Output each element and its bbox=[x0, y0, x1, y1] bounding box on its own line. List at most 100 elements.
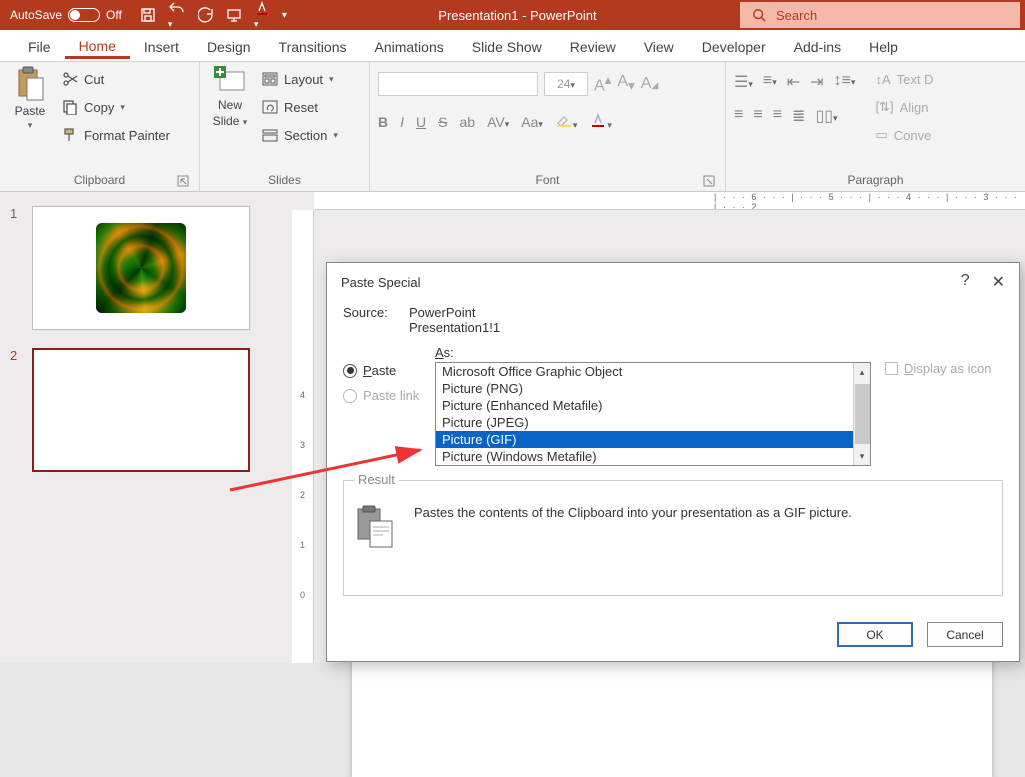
list-item[interactable]: Microsoft Office Graphic Object bbox=[436, 363, 870, 380]
toggle-knob bbox=[70, 10, 80, 20]
autosave-toggle[interactable]: AutoSave Off bbox=[0, 8, 132, 22]
tab-file[interactable]: File bbox=[14, 33, 65, 59]
dialog-launcher-icon[interactable] bbox=[177, 175, 189, 187]
scroll-thumb[interactable] bbox=[855, 384, 870, 444]
dialog-launcher-icon[interactable] bbox=[703, 175, 715, 187]
list-item[interactable]: Picture (Enhanced Metafile) bbox=[436, 397, 870, 414]
section-icon bbox=[262, 128, 278, 142]
redo-icon[interactable] bbox=[198, 7, 214, 23]
toggle-track[interactable] bbox=[68, 8, 100, 22]
tab-insert[interactable]: Insert bbox=[130, 33, 193, 59]
cut-button[interactable]: Cut bbox=[58, 66, 174, 92]
font-name-combo[interactable] bbox=[378, 72, 538, 96]
section-button[interactable]: Section ▾ bbox=[258, 122, 342, 148]
align-text-button[interactable]: [⇅]Align bbox=[871, 94, 937, 120]
strikethrough-button[interactable]: S bbox=[438, 114, 447, 130]
list-item[interactable]: Picture (PNG) bbox=[436, 380, 870, 397]
paste-link-radio-label: Paste link bbox=[363, 388, 419, 403]
font-color-button[interactable]: ▾ bbox=[589, 112, 612, 131]
list-item[interactable]: Picture (JPEG) bbox=[436, 414, 870, 431]
chevron-down-icon: ▾ bbox=[243, 117, 248, 127]
decrease-font-icon[interactable]: A▾ bbox=[617, 73, 634, 94]
vertical-ruler: 43210 bbox=[292, 210, 314, 663]
cancel-button[interactable]: Cancel bbox=[927, 622, 1003, 647]
qat-customize-icon[interactable]: ▾ bbox=[282, 10, 287, 21]
indent-decrease-button[interactable]: ⇤ bbox=[787, 72, 800, 92]
font-color-qat-icon[interactable]: ▾ bbox=[254, 0, 270, 30]
search-box[interactable]: Search bbox=[740, 2, 1020, 28]
cut-label: Cut bbox=[84, 72, 104, 87]
align-left-button[interactable]: ≡ bbox=[734, 106, 743, 126]
format-painter-button[interactable]: Format Painter bbox=[58, 122, 174, 148]
list-item[interactable]: Picture (Windows Metafile) bbox=[436, 448, 870, 465]
tab-help[interactable]: Help bbox=[855, 33, 912, 59]
text-direction-button[interactable]: ↕AText D bbox=[871, 66, 937, 92]
underline-button[interactable]: U bbox=[416, 114, 426, 130]
justify-button[interactable]: ≣ bbox=[792, 106, 805, 126]
present-from-beginning-icon[interactable] bbox=[226, 7, 242, 23]
result-description: Pastes the contents of the Clipboard int… bbox=[414, 505, 992, 520]
clear-formatting-icon[interactable]: A◢ bbox=[641, 75, 659, 93]
indent-increase-button[interactable]: ⇥ bbox=[810, 72, 823, 92]
source-application: PowerPoint bbox=[409, 305, 500, 320]
character-spacing-button[interactable]: AV▾ bbox=[487, 114, 509, 130]
paste-button[interactable]: Paste ▾ bbox=[8, 66, 52, 131]
paste-radio-label: aste bbox=[372, 363, 397, 378]
bold-button[interactable]: B bbox=[378, 114, 388, 130]
numbering-button[interactable]: ≡▾ bbox=[763, 72, 777, 92]
tab-review[interactable]: Review bbox=[556, 33, 630, 59]
tab-animations[interactable]: Animations bbox=[360, 33, 457, 59]
tab-developer[interactable]: Developer bbox=[688, 33, 780, 59]
close-button[interactable]: ✕ bbox=[992, 272, 1005, 292]
line-spacing-button[interactable]: ↕≡▾ bbox=[834, 72, 856, 92]
display-as-icon-checkbox: Display as icon bbox=[885, 361, 1003, 376]
convert-smartart-button[interactable]: ▭Conve bbox=[871, 122, 937, 148]
tab-view[interactable]: View bbox=[630, 33, 688, 59]
clipboard-paste-icon bbox=[15, 66, 45, 102]
highlight-button[interactable]: ▾ bbox=[555, 112, 578, 131]
layout-button[interactable]: Layout ▾ bbox=[258, 66, 342, 92]
paste-radio[interactable]: Paste bbox=[343, 363, 421, 378]
checkbox-box-icon bbox=[885, 362, 898, 375]
save-icon[interactable] bbox=[140, 7, 156, 23]
result-panel: Result Pastes the contents of the Clipbo… bbox=[343, 480, 1003, 596]
listbox-scrollbar[interactable]: ▴ ▾ bbox=[853, 363, 870, 465]
radio-dot-icon bbox=[343, 364, 357, 378]
increase-font-icon[interactable]: A▴ bbox=[594, 72, 611, 95]
list-item-selected[interactable]: Picture (GIF) bbox=[436, 431, 870, 448]
help-button[interactable]: ? bbox=[961, 272, 970, 292]
search-placeholder: Search bbox=[776, 8, 817, 23]
slide-thumbnail-2[interactable] bbox=[32, 348, 250, 472]
align-right-button[interactable]: ≡ bbox=[773, 106, 782, 126]
align-center-button[interactable]: ≡ bbox=[753, 106, 762, 126]
chevron-down-icon: ▾ bbox=[333, 130, 338, 141]
font-size-combo[interactable]: 24▾ bbox=[544, 72, 588, 96]
undo-icon[interactable]: ▾ bbox=[168, 0, 186, 30]
new-slide-icon bbox=[214, 66, 246, 96]
paste-link-radio: Paste link bbox=[343, 388, 421, 403]
italic-button[interactable]: I bbox=[400, 114, 404, 130]
tab-home[interactable]: Home bbox=[65, 32, 130, 59]
tab-add-ins[interactable]: Add-ins bbox=[780, 33, 855, 59]
as-label: As: bbox=[435, 345, 871, 360]
tab-design[interactable]: Design bbox=[193, 33, 265, 59]
chevron-down-icon: ▾ bbox=[120, 102, 125, 113]
columns-button[interactable]: ▯▯▾ bbox=[815, 106, 837, 126]
window-title: Presentation1 - PowerPoint bbox=[295, 8, 740, 23]
ok-button[interactable]: OK bbox=[837, 622, 913, 647]
reset-button[interactable]: Reset bbox=[258, 94, 342, 120]
layout-label: Layout bbox=[284, 72, 323, 87]
format-listbox[interactable]: Microsoft Office Graphic Object Picture … bbox=[435, 362, 871, 466]
copy-button[interactable]: Copy ▾ bbox=[58, 94, 174, 120]
scroll-down-icon[interactable]: ▾ bbox=[854, 447, 870, 465]
new-slide-button[interactable]: New Slide ▾ bbox=[208, 66, 252, 128]
tab-transitions[interactable]: Transitions bbox=[265, 33, 361, 59]
tab-slide-show[interactable]: Slide Show bbox=[458, 33, 556, 59]
change-case-button[interactable]: Aa▾ bbox=[521, 114, 543, 130]
bullets-button[interactable]: ☰▾ bbox=[734, 72, 753, 92]
slide-thumbnail-1[interactable] bbox=[32, 206, 250, 330]
search-icon bbox=[752, 8, 766, 22]
section-label: Section bbox=[284, 128, 327, 143]
scroll-up-icon[interactable]: ▴ bbox=[854, 363, 870, 381]
shadow-button[interactable]: ab bbox=[459, 114, 475, 130]
